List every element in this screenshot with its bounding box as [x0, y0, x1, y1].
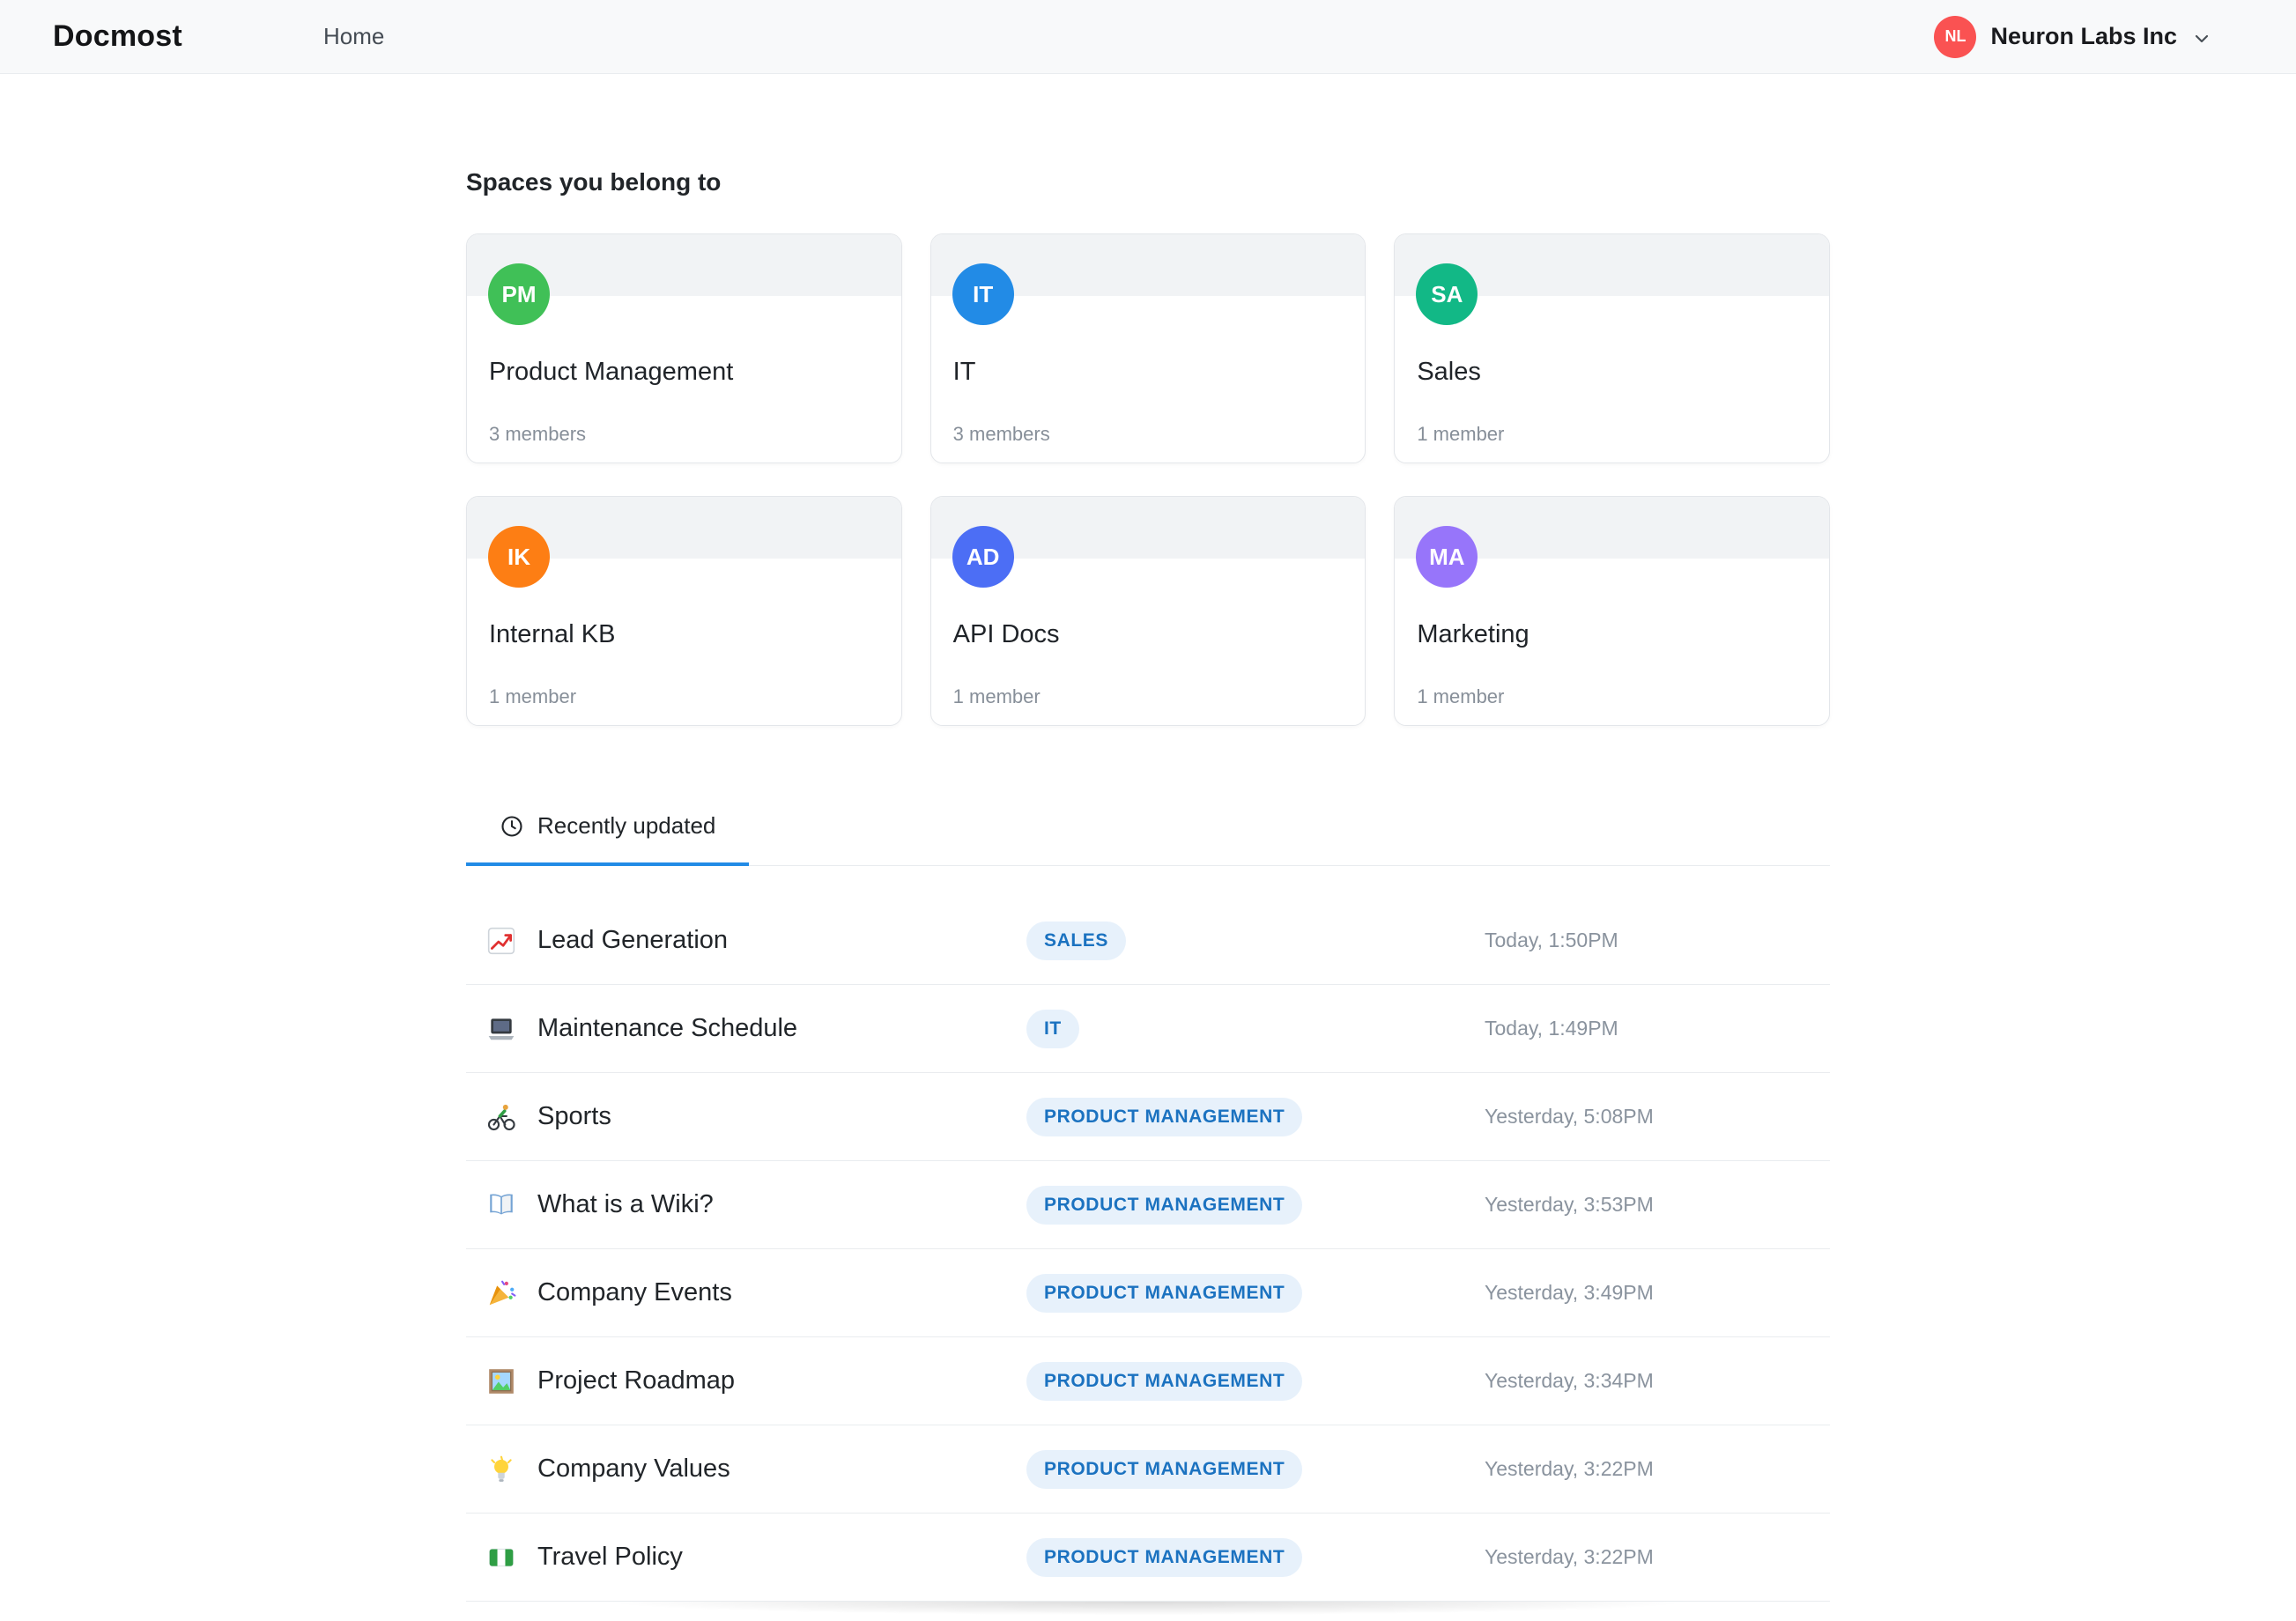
- space-member-count: 3 members: [489, 423, 587, 445]
- space-badge[interactable]: PRODUCT MANAGEMENT: [1026, 1449, 1303, 1489]
- updated-time: Yesterday, 3:34PM: [1485, 1369, 1654, 1392]
- space-card[interactable]: PM Product Management 3 members: [466, 233, 902, 463]
- space-avatar: MA: [1416, 526, 1478, 588]
- space-name: API Docs: [952, 620, 1060, 648]
- page-title[interactable]: Sports: [537, 1102, 611, 1131]
- updated-time: Yesterday, 3:49PM: [1485, 1281, 1654, 1304]
- page-title-cell: What is a Wiki?: [466, 1190, 1026, 1220]
- space-badge[interactable]: PRODUCT MANAGEMENT: [1026, 1097, 1303, 1136]
- book-icon: [486, 1190, 516, 1220]
- space-badge[interactable]: PRODUCT MANAGEMENT: [1026, 1537, 1303, 1577]
- recent-page-row[interactable]: What is a Wiki? PRODUCT MANAGEMENT Yeste…: [466, 1161, 1830, 1249]
- bulb-icon: [486, 1454, 516, 1484]
- space-member-count: 1 member: [1417, 685, 1505, 707]
- recent-page-row[interactable]: Company Events PRODUCT MANAGEMENT Yester…: [466, 1249, 1830, 1337]
- workspace-switcher[interactable]: NL Neuron Labs Inc: [1934, 15, 2212, 58]
- workspace-name: Neuron Labs Inc: [1990, 23, 2177, 49]
- party-icon: [486, 1278, 516, 1308]
- recent-table: Lead Generation SALES Today, 1:50PM Main…: [466, 897, 1830, 1602]
- space-badge[interactable]: PRODUCT MANAGEMENT: [1026, 1185, 1303, 1225]
- tab-label: Recently updated: [537, 812, 716, 839]
- space-avatar: IT: [952, 263, 1014, 325]
- space-avatar: PM: [488, 263, 550, 325]
- page-title-cell: Sports: [466, 1102, 1026, 1132]
- recent-page-row[interactable]: Project Roadmap PRODUCT MANAGEMENT Yeste…: [466, 1337, 1830, 1425]
- tab-recently-updated[interactable]: Recently updated: [466, 807, 750, 866]
- page-title[interactable]: Travel Policy: [537, 1543, 683, 1572]
- tabs-row: Recently updated: [466, 807, 1830, 866]
- space-member-count: 1 member: [489, 685, 577, 707]
- app-header: Docmost Home NL Neuron Labs Inc: [0, 0, 2296, 74]
- space-badge[interactable]: PRODUCT MANAGEMENT: [1026, 1361, 1303, 1401]
- space-name: Marketing: [1417, 620, 1529, 648]
- recent-page-row[interactable]: Maintenance Schedule IT Today, 1:49PM: [466, 985, 1830, 1073]
- page-title[interactable]: Project Roadmap: [537, 1366, 735, 1395]
- page-title-cell: Travel Policy: [466, 1543, 1026, 1573]
- space-badge[interactable]: PRODUCT MANAGEMENT: [1026, 1273, 1303, 1313]
- updated-time: Today, 1:49PM: [1485, 1017, 1618, 1040]
- recent-page-row[interactable]: Travel Policy PRODUCT MANAGEMENT Yesterd…: [466, 1514, 1830, 1602]
- space-card[interactable]: AD API Docs 1 member: [930, 496, 1366, 726]
- page-title-cell: Lead Generation: [466, 926, 1026, 956]
- space-badge[interactable]: SALES: [1026, 921, 1127, 960]
- page-title[interactable]: Maintenance Schedule: [537, 1014, 797, 1043]
- space-card[interactable]: IK Internal KB 1 member: [466, 496, 902, 726]
- updated-time: Yesterday, 5:08PM: [1485, 1105, 1654, 1128]
- space-avatar: IK: [488, 526, 550, 588]
- laptop-icon: [486, 1014, 516, 1044]
- cyclist-icon: [486, 1102, 516, 1132]
- nav-home[interactable]: Home: [323, 23, 384, 50]
- chart-icon: [486, 926, 516, 956]
- spaces-heading: Spaces you belong to: [466, 168, 722, 196]
- updated-time: Yesterday, 3:22PM: [1485, 1457, 1654, 1480]
- page-title[interactable]: Company Values: [537, 1454, 730, 1484]
- spaces-grid: PM Product Management 3 members IT IT 3 …: [466, 233, 1830, 726]
- chevron-down-icon: [2191, 25, 2212, 49]
- page-title[interactable]: What is a Wiki?: [537, 1190, 714, 1219]
- space-name: Sales: [1417, 358, 1481, 386]
- recent-page-row[interactable]: Company Values PRODUCT MANAGEMENT Yester…: [466, 1425, 1830, 1514]
- app-logo[interactable]: Docmost: [53, 19, 323, 54]
- recent-page-row[interactable]: Sports PRODUCT MANAGEMENT Yesterday, 5:0…: [466, 1073, 1830, 1161]
- updated-time: Today, 1:50PM: [1485, 929, 1618, 951]
- updated-time: Yesterday, 3:22PM: [1485, 1545, 1654, 1568]
- page-title-cell: Maintenance Schedule: [466, 1014, 1026, 1044]
- page-title-cell: Company Events: [466, 1278, 1026, 1308]
- clock-icon: [500, 814, 524, 839]
- space-avatar: AD: [952, 526, 1014, 588]
- page-title-cell: Project Roadmap: [466, 1366, 1026, 1396]
- space-card[interactable]: MA Marketing 1 member: [1394, 496, 1830, 726]
- recent-page-row[interactable]: Lead Generation SALES Today, 1:50PM: [466, 897, 1830, 985]
- scroll-edge-shadow: [373, 1602, 1923, 1621]
- space-avatar: SA: [1416, 263, 1478, 325]
- space-card[interactable]: IT IT 3 members: [930, 233, 1366, 463]
- space-member-count: 1 member: [1417, 423, 1505, 445]
- space-name: Product Management: [489, 358, 734, 386]
- page-title[interactable]: Company Events: [537, 1278, 732, 1307]
- space-member-count: 1 member: [952, 685, 1041, 707]
- updated-time: Yesterday, 3:53PM: [1485, 1193, 1654, 1216]
- page-title-cell: Company Values: [466, 1454, 1026, 1484]
- space-name: Internal KB: [489, 620, 616, 648]
- page-title[interactable]: Lead Generation: [537, 926, 728, 955]
- space-card[interactable]: SA Sales 1 member: [1394, 233, 1830, 463]
- flag-icon: [486, 1543, 516, 1573]
- space-name: IT: [952, 358, 976, 386]
- space-badge[interactable]: IT: [1026, 1009, 1079, 1048]
- main-content: Spaces you belong to PM Product Manageme…: [466, 74, 1830, 1602]
- space-member-count: 3 members: [952, 423, 1050, 445]
- picture-icon: [486, 1366, 516, 1396]
- workspace-avatar: NL: [1934, 15, 1977, 58]
